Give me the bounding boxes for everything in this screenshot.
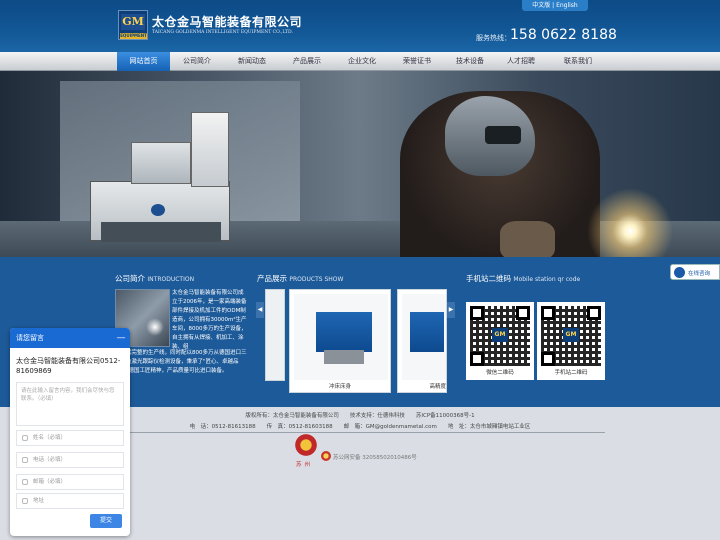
email-field[interactable]: 邮箱（必填） [16,474,124,490]
intro-image-spark [146,318,164,336]
police-badge-icon[interactable] [293,433,319,457]
products-title: 产品展示 PRODUCTS SHOW [257,273,343,284]
qr-finder [541,352,555,366]
products-title-en[interactable]: PRODUCTS SHOW [289,276,343,283]
user-icon [22,435,28,441]
welding-sparks [575,176,685,257]
nav-item-news[interactable]: 新闻动态 [226,52,278,71]
intro-title: 公司简介 INTRODUCTION [115,273,194,284]
qr-logo: GM [563,328,579,342]
product-caption[interactable]: 高精度 [398,382,446,390]
qr-finder [516,306,530,320]
beian-badge-icon [321,451,331,461]
qr-caption: 手机站二维码 [554,370,588,376]
welder-visor [485,126,521,144]
nav-item-home[interactable]: 网站首页 [117,52,170,71]
nav-item-products[interactable]: 产品展示 [281,52,333,71]
qr-finder [587,306,601,320]
intro-text-b: 装测试完整的生产线，同时配以800多万从德国进口三坐标及激光跟踪仪检测设备，秉承… [115,350,247,374]
hero-banner [0,71,720,257]
submit-button[interactable]: 提交 [90,514,122,528]
press-brake-body [410,312,444,352]
wechat-qr-code: GM 微信二维码 [466,302,534,380]
minimize-icon[interactable]: — [116,328,126,348]
machine-head [131,142,191,184]
mail-icon [22,479,28,485]
nav-item-contact[interactable]: 联系我们 [552,52,604,71]
intro-text-a: 太仓金马智能装备有限公司成立于2006年，是一家高端装备部件焊接及机加工件的OD… [172,290,247,350]
intro-title-cn: 公司简介 [115,274,145,283]
nav-item-careers[interactable]: 人才招聘 [495,52,547,71]
address-field[interactable]: 地址 [16,493,124,509]
police-badge-city: 苏州 [296,462,314,468]
qr-finder [470,352,484,366]
leave-message-widget: 请您留言 — 太仓金马智能装备有限公司0512-81609869 请在此输入留言… [10,328,130,536]
qr-finder [470,306,484,320]
online-consult-button[interactable]: 在线咨询 [670,264,720,280]
qr-finder [541,306,555,320]
phone-field-placeholder: 电话（必填） [33,457,67,463]
machine-column [191,112,229,187]
machine-base [101,222,221,242]
logo-subtext: EQUIPMENT [120,33,147,39]
qr-logo: GM [492,328,508,342]
nav-item-culture[interactable]: 企业文化 [336,52,388,71]
nav-item-about[interactable]: 公司简介 [171,52,223,71]
carousel-prev-icon[interactable]: ◀ [256,302,264,318]
chat-header: 请您留言 [10,328,130,348]
phone-icon [22,457,28,463]
nav-item-honors[interactable]: 荣誉证书 [391,52,443,71]
carousel-next-icon[interactable]: ▶ [447,302,455,318]
footer-divider [115,432,605,433]
language-switch[interactable]: 中文版 | English [522,0,588,11]
agent-avatar-icon [674,267,685,278]
product-card-partial[interactable] [265,289,285,381]
nav-item-equipment[interactable]: 技术设备 [444,52,496,71]
welder-glove [500,221,555,257]
qr-caption: 微信二维码 [486,370,514,376]
company-logo[interactable]: GM EQUIPMENT [118,10,148,40]
company-name-en: TAICANG GOLDENMA INTELLIGENT EQUIPMENT C… [152,30,293,35]
product-image [402,294,446,380]
product-card[interactable]: 高精度 [397,289,447,393]
phone-field[interactable]: 电话（必填） [16,452,124,468]
name-field-placeholder: 姓名（必填） [33,435,67,441]
location-icon [22,498,28,504]
main-nav: 网站首页 公司简介 新闻动态 产品展示 企业文化 荣誉证书 技术设备 人才招聘 … [0,52,720,71]
hotline-label: 服务热线： [476,34,511,42]
cnc-machine-image [90,112,230,242]
mobile-qr-code: GM 手机站二维码 [537,302,605,380]
message-textarea[interactable]: 请在此输入留言内容，我们会尽快与您联系。（必填） [16,382,124,426]
products-title-cn: 产品展示 [257,274,287,283]
product-image [294,294,388,380]
qr-title: 手机站二维码 Mobile station qr code [466,273,580,284]
qr-title-cn: 手机站二维码 [466,274,511,283]
logo-mark: GM [121,14,145,30]
press-brake-base [324,350,364,364]
company-name-cn: 太仓金马智能装备有限公司 [152,15,303,29]
online-consult-label: 在线咨询 [688,271,711,277]
site-header: GM EQUIPMENT 太仓金马智能装备有限公司 TAICANG GOLDEN… [0,0,720,52]
name-field[interactable]: 姓名（必填） [16,430,124,446]
product-card[interactable]: 冲床床身 [289,289,391,393]
product-caption[interactable]: 冲床床身 [290,382,390,390]
chat-company-info: 太仓金马智能装备有限公司0512-81609869 [16,357,121,375]
address-field-placeholder: 地址 [33,498,45,504]
press-brake-body [316,312,372,352]
public-security-record[interactable]: 苏公网安备 32058502010486号 [333,453,417,461]
email-field-placeholder: 邮箱（必填） [33,479,67,485]
qr-title-en: Mobile station qr code [513,276,581,283]
chat-title: 请您留言 [16,334,44,342]
intro-title-en[interactable]: INTRODUCTION [147,276,194,283]
hotline-number: 158 0622 8188 [510,27,617,43]
machine-logo [151,204,165,216]
